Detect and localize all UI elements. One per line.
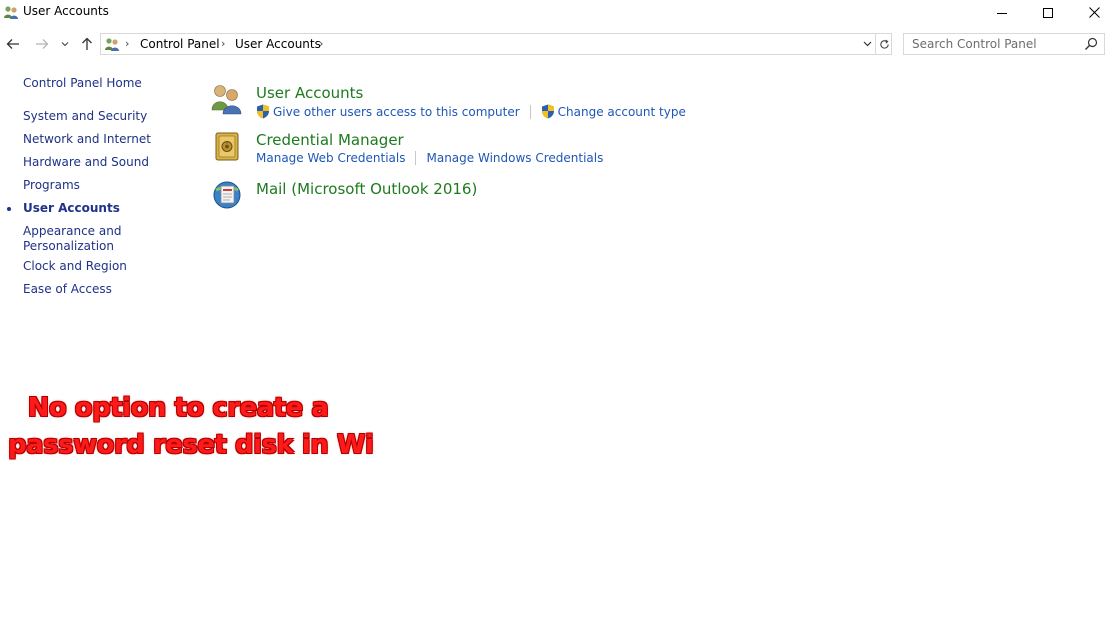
minimize-button[interactable] xyxy=(979,0,1025,25)
sidebar-item-programs[interactable]: Programs xyxy=(23,178,80,193)
link-divider xyxy=(529,104,531,119)
link-label: Manage Web Credentials xyxy=(256,151,406,165)
breadcrumb-separator[interactable]: › xyxy=(221,37,225,50)
category-title[interactable]: Credential Manager xyxy=(256,131,404,149)
manage-windows-credentials-link[interactable]: Manage Windows Credentials xyxy=(426,151,603,165)
breadcrumb-control-panel[interactable]: Control Panel xyxy=(140,37,220,51)
users-icon[interactable] xyxy=(210,82,244,116)
close-icon xyxy=(1088,7,1100,18)
sidebar-item-user-accounts[interactable]: User Accounts xyxy=(23,201,120,216)
sidebar-item-label: Personalization xyxy=(23,239,114,253)
window-title: User Accounts xyxy=(23,4,109,18)
sidebar-item-ease-of-access[interactable]: Ease of Access xyxy=(23,282,112,297)
chevron-down-icon xyxy=(61,42,69,47)
sidebar-item-clock-and-region[interactable]: Clock and Region xyxy=(23,259,127,274)
breadcrumb-separator[interactable]: › xyxy=(319,37,323,50)
refresh-button[interactable] xyxy=(875,34,892,54)
minimize-icon xyxy=(997,12,1007,14)
change-account-type-link[interactable]: Change account type xyxy=(541,104,686,119)
sidebar-item-network-and-internet[interactable]: Network and Internet xyxy=(23,132,151,147)
give-other-users-access-link[interactable]: Give other users access to this computer xyxy=(256,104,520,119)
link-label: Change account type xyxy=(557,104,686,119)
current-item-bullet xyxy=(7,207,11,211)
recent-locations-button[interactable] xyxy=(57,34,73,54)
search-box[interactable] xyxy=(903,33,1105,55)
arrow-left-icon xyxy=(6,39,19,49)
category-links: Manage Web Credentials Manage Windows Cr… xyxy=(256,151,603,165)
arrow-up-icon xyxy=(82,37,92,50)
chevron-down-icon xyxy=(863,41,871,47)
category-title[interactable]: Mail (Microsoft Outlook 2016) xyxy=(256,180,477,198)
manage-web-credentials-link[interactable]: Manage Web Credentials xyxy=(256,151,405,165)
arrow-right-icon xyxy=(36,39,49,49)
users-icon xyxy=(105,38,119,51)
uac-shield-icon xyxy=(541,104,554,119)
back-button[interactable] xyxy=(3,34,23,54)
category-title[interactable]: User Accounts xyxy=(256,84,363,102)
title-bar: User Accounts xyxy=(0,0,1114,25)
link-divider xyxy=(415,151,417,165)
maximize-button[interactable] xyxy=(1025,0,1071,25)
search-input[interactable] xyxy=(904,34,1082,54)
users-icon xyxy=(4,6,18,19)
link-label: Manage Windows Credentials xyxy=(426,151,604,165)
breadcrumb-user-accounts[interactable]: User Accounts xyxy=(235,37,321,51)
maximize-icon xyxy=(1043,7,1053,18)
annotation-line: password reset disk in Wi xyxy=(8,430,374,460)
sidebar-item-label: Appearance and xyxy=(23,224,122,238)
address-bar[interactable]: › Control Panel › User Accounts › xyxy=(100,33,892,55)
navigation-bar: › Control Panel › User Accounts › xyxy=(0,31,1114,57)
forward-button[interactable] xyxy=(32,34,52,54)
close-button[interactable] xyxy=(1071,0,1114,25)
vault-icon[interactable] xyxy=(210,129,244,163)
link-label: Give other users access to this computer xyxy=(273,104,520,119)
mail-icon[interactable] xyxy=(210,178,244,212)
sidebar-item-appearance-and-personalization[interactable]: Appearance and Personalization xyxy=(23,224,121,254)
annotation-line: No option to create a xyxy=(27,393,329,423)
search-icon[interactable] xyxy=(1084,37,1098,51)
sidebar-item-hardware-and-sound[interactable]: Hardware and Sound xyxy=(23,155,149,170)
address-dropdown-button[interactable] xyxy=(859,34,875,54)
sidebar-item-system-and-security[interactable]: System and Security xyxy=(23,109,147,124)
category-links: Give other users access to this computer… xyxy=(256,104,686,119)
sidebar-item-control-panel-home[interactable]: Control Panel Home xyxy=(23,76,142,91)
annotation-overlay: No option to create a password reset dis… xyxy=(8,390,374,464)
refresh-icon xyxy=(879,39,889,49)
uac-shield-icon xyxy=(257,104,269,119)
breadcrumb-separator[interactable]: › xyxy=(125,37,129,50)
up-button[interactable] xyxy=(77,34,97,54)
